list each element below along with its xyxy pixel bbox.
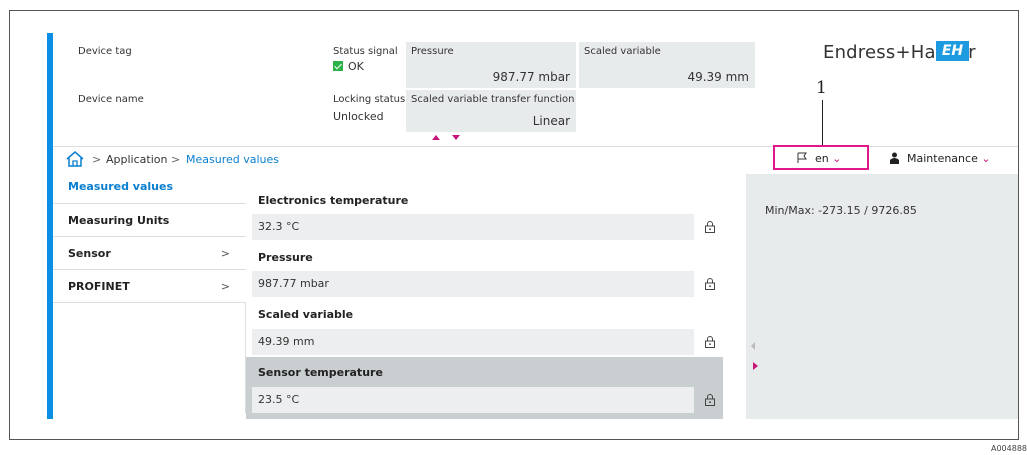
field-value-scaled-variable: 49.39 mm: [252, 329, 694, 355]
expand-right-icon[interactable]: [753, 362, 758, 370]
field-label-scaled-variable: Scaled variable: [258, 308, 354, 321]
status-signal-value: OK: [333, 60, 364, 73]
pressure-tile-label: Pressure: [411, 46, 454, 57]
breadcrumb-separator: >: [171, 153, 181, 166]
lock-icon: [705, 336, 715, 348]
flag-icon: [797, 152, 807, 163]
breadcrumb-separator: >: [92, 153, 102, 166]
field-label-sensor-temperature: Sensor temperature: [258, 366, 383, 379]
locking-status-value: Unlocked: [333, 110, 384, 123]
measured-values-panel: Electronics temperature 32.3 °C Pressure…: [246, 174, 746, 419]
chevron-right-icon: >: [220, 280, 230, 293]
field-label-electronics-temperature: Electronics temperature: [258, 194, 409, 207]
sidebar-item-measured-values[interactable]: Measured values: [53, 174, 246, 204]
sidebar-item-measuring-units[interactable]: Measuring Units: [53, 204, 246, 237]
user-role-menu[interactable]: Maintenance ⌄: [907, 152, 991, 165]
field-value-pressure: 987.77 mbar: [252, 271, 694, 297]
sidebar-empty-area: [53, 303, 246, 413]
chevron-down-icon: ⌄: [981, 152, 991, 165]
locking-status-label: Locking status: [333, 94, 406, 105]
figure-code: A004888: [990, 444, 1027, 453]
transfer-function-tile[interactable]: Scaled variable transfer function Linear: [406, 90, 576, 132]
device-name-label: Device name: [78, 94, 144, 105]
scaled-variable-tile-label: Scaled variable: [584, 46, 661, 57]
field-value-electronics-temperature: 32.3 °C: [252, 214, 694, 240]
chevron-down-icon: ⌄: [832, 152, 842, 165]
pressure-tile-value: 987.77 mbar: [492, 70, 570, 84]
lock-icon: [705, 278, 715, 290]
lock-icon: [705, 221, 715, 233]
brand-logo-icon: EH: [936, 41, 969, 61]
callout-line: [822, 100, 823, 145]
info-panel: Min/Max: -273.15 / 9726.85: [746, 174, 1018, 419]
collapse-left-icon[interactable]: [751, 342, 755, 350]
lock-icon: [705, 394, 715, 406]
field-label-pressure: Pressure: [258, 251, 313, 264]
chevron-right-icon: >: [220, 247, 230, 260]
ok-check-icon: [333, 61, 343, 71]
minmax-text: Min/Max: -273.15 / 9726.85: [765, 204, 917, 217]
home-icon[interactable]: [66, 151, 84, 167]
person-icon: [890, 152, 899, 164]
status-signal-label: Status signal: [333, 46, 398, 57]
breadcrumb-item-application[interactable]: Application: [106, 153, 167, 166]
sidebar-item-profinet[interactable]: PROFINET >: [53, 270, 246, 303]
scroll-down-icon[interactable]: [452, 135, 460, 140]
scroll-up-icon[interactable]: [432, 135, 440, 140]
scaled-variable-tile-value: 49.39 mm: [687, 70, 749, 84]
scaled-variable-tile[interactable]: Scaled variable 49.39 mm: [579, 42, 755, 88]
language-selector[interactable]: en ⌄: [815, 152, 841, 165]
device-tag-label: Device tag: [78, 46, 132, 57]
sidebar: Measured values Measuring Units Sensor > …: [53, 174, 246, 413]
pressure-tile[interactable]: Pressure 987.77 mbar: [406, 42, 576, 88]
sidebar-item-sensor[interactable]: Sensor >: [53, 237, 246, 270]
transfer-function-tile-label: Scaled variable transfer function: [411, 94, 575, 105]
breadcrumb-item-measured-values[interactable]: Measured values: [186, 153, 279, 166]
transfer-function-tile-value: Linear: [532, 114, 570, 128]
callout-number: 1: [816, 78, 827, 98]
field-value-sensor-temperature: 23.5 °C: [252, 387, 694, 413]
